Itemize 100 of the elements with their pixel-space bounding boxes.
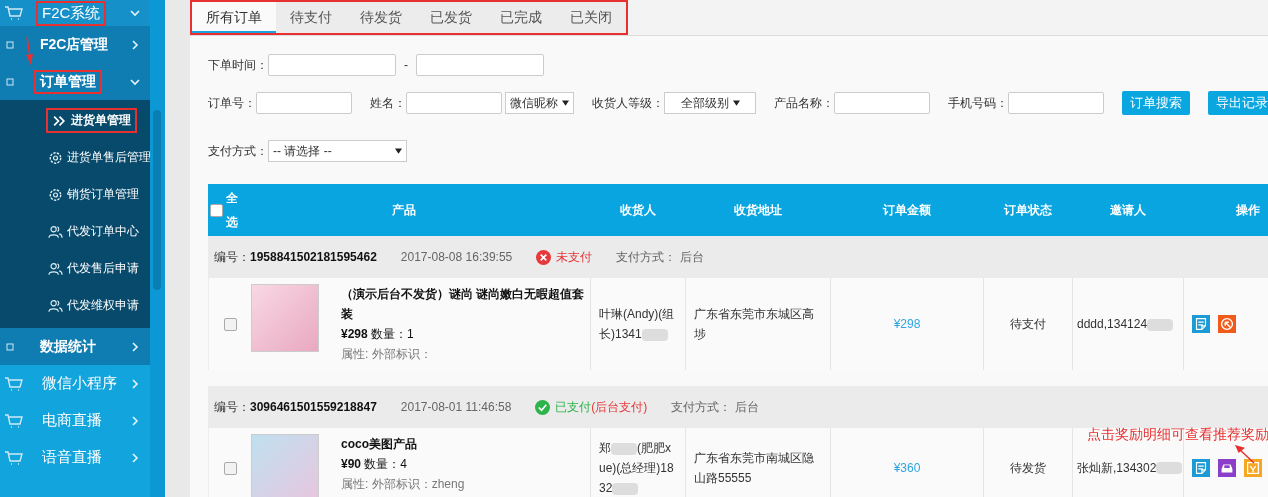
tab[interactable]: 所有订单 <box>192 2 276 33</box>
order-number: 编号：1958841502181595462 <box>214 248 377 266</box>
menu-label: 销货订单管理 <box>42 182 145 207</box>
input-field[interactable] <box>834 92 930 114</box>
product-price: ¥298 数量：1 <box>341 326 415 343</box>
annotation-arrow <box>1234 444 1256 464</box>
dropdown-arrow-icon <box>732 100 740 106</box>
checkbox[interactable] <box>210 203 223 217</box>
column-header: 产品 <box>392 201 416 219</box>
scrollbar[interactable] <box>153 110 161 290</box>
product-attributes: 属性: 外部标识： <box>341 346 433 363</box>
tree-node-icon <box>6 342 14 351</box>
tab[interactable]: 已发货 <box>416 2 486 33</box>
product-attributes: 属性: 外部标识：zheng <box>341 476 465 493</box>
receiver-text: 郑 (肥肥xue)(总经理)1832 <box>599 440 675 497</box>
tab[interactable]: 待发货 <box>346 2 416 33</box>
submenu-item[interactable]: 代发订单中心 <box>0 213 150 250</box>
reward-icon[interactable] <box>1244 459 1262 477</box>
menu-label: 代发维权申请 <box>42 293 145 318</box>
users-icon <box>48 224 63 239</box>
menu-label: 语音直播 <box>41 447 103 467</box>
car-icon[interactable] <box>1218 459 1236 477</box>
payment-status: 未支付 <box>556 248 593 266</box>
checkbox[interactable] <box>223 461 237 475</box>
column-header: 邀请人 <box>1109 201 1146 219</box>
users-icon <box>48 261 63 276</box>
product-name: （演示后台不发货）谜尚 谜尚嫩白无暇超值套装 <box>341 286 586 323</box>
check-circle-icon <box>535 399 551 415</box>
tree-node-icon <box>6 40 14 49</box>
menu-label: 数据统计 <box>39 336 97 356</box>
order-status: 待发货 <box>1010 459 1046 477</box>
input-field[interactable] <box>256 92 352 114</box>
photo-placeholder <box>251 434 319 497</box>
submenu-item[interactable]: 销货订单管理 <box>0 176 150 213</box>
cart-icon <box>4 449 24 466</box>
users-icon <box>48 298 63 313</box>
menu-label: F2C系统 <box>36 0 107 26</box>
double-chevron-icon <box>52 113 67 128</box>
order-time: 2017-08-01 11:46:58 <box>400 400 512 414</box>
tab[interactable]: 已关闭 <box>556 2 626 33</box>
sidebar-item[interactable]: F2C店管理 <box>0 26 150 63</box>
annotation-text: 点击奖励明细可查看推荐奖励 <box>1087 426 1268 444</box>
column-header: 操作 <box>1236 201 1260 219</box>
sidebar-item[interactable]: F2C系统 <box>0 0 150 26</box>
order-amount: ¥360 <box>893 461 921 475</box>
input-field[interactable] <box>1008 92 1104 114</box>
gear-icon <box>48 187 63 202</box>
field-label: 姓名： <box>370 94 406 112</box>
dropdown-arrow-icon <box>395 148 402 154</box>
annotation-arrow <box>24 36 34 66</box>
inviter-text: 张灿新,134302 <box>1077 459 1183 477</box>
field-label: 收货人等级： <box>592 94 664 112</box>
order-status: 待支付 <box>1010 315 1046 333</box>
payment-method: 支付方式： 后台 <box>671 398 759 416</box>
address-text: 广东省东莞市南城区隐山路55555 <box>694 450 815 487</box>
field-label: 订单号： <box>208 94 256 112</box>
menu-label: 代发售后申请 <box>42 256 145 281</box>
submenu-item[interactable]: 代发售后申请 <box>0 250 150 287</box>
payment-status: 已支付(后台支付) <box>555 398 648 416</box>
cart-icon <box>4 412 24 429</box>
input-field[interactable] <box>268 54 396 76</box>
menu-label: 微信小程序 <box>41 373 118 393</box>
note-icon[interactable] <box>1192 459 1210 477</box>
order-number: 编号：3096461501559218847 <box>214 398 377 416</box>
column-header: 收货人 <box>619 201 656 219</box>
order-amount: ¥298 <box>893 317 921 331</box>
column-header: 订单状态 <box>1003 201 1052 219</box>
menu-label: 进货单管理 <box>46 108 137 133</box>
column-header: 全选 <box>226 190 239 231</box>
inviter-text: dddd,134124 <box>1077 317 1174 331</box>
submenu-item[interactable]: 进货单管理 <box>0 102 150 139</box>
cursor-circle-icon[interactable] <box>1218 315 1236 333</box>
menu-label: 电商直播 <box>41 410 103 430</box>
dropdown[interactable]: -- 请选择 -- <box>268 140 407 162</box>
field-label: 手机号码： <box>948 94 1008 112</box>
product-name: coco美图产品 <box>341 436 418 453</box>
dropdown[interactable]: 全部级别 <box>664 92 756 114</box>
menu-label: F2C店管理 <box>39 34 110 54</box>
column-header: 订单金额 <box>882 201 931 219</box>
field-label: 支付方式： <box>208 142 268 160</box>
checkbox[interactable] <box>223 317 237 331</box>
column-header: 收货地址 <box>733 201 782 219</box>
range-separator: - <box>404 58 408 72</box>
order-time: 2017-08-08 16:39:55 <box>400 250 513 264</box>
tab[interactable]: 已完成 <box>486 2 556 33</box>
menu-label: 代发订单中心 <box>42 219 145 244</box>
cart-icon <box>4 5 24 21</box>
menu-label: 订单管理 <box>34 69 102 94</box>
sidebar-item[interactable]: 订单管理 <box>0 63 150 100</box>
tab[interactable]: 待支付 <box>276 2 346 33</box>
submenu-item[interactable]: 代发维权申请 <box>0 287 150 324</box>
input-field[interactable] <box>416 54 544 76</box>
photo-placeholder <box>251 284 319 352</box>
cart-icon <box>4 375 24 392</box>
submenu-item[interactable]: 进货单售后管理 <box>0 139 150 176</box>
dropdown[interactable]: 微信昵称 <box>505 92 574 114</box>
input-field[interactable] <box>406 92 502 114</box>
product-price: ¥90 数量：4 <box>341 456 409 473</box>
sidebar-item[interactable]: 数据统计 <box>0 328 150 365</box>
note-icon[interactable] <box>1192 315 1210 333</box>
